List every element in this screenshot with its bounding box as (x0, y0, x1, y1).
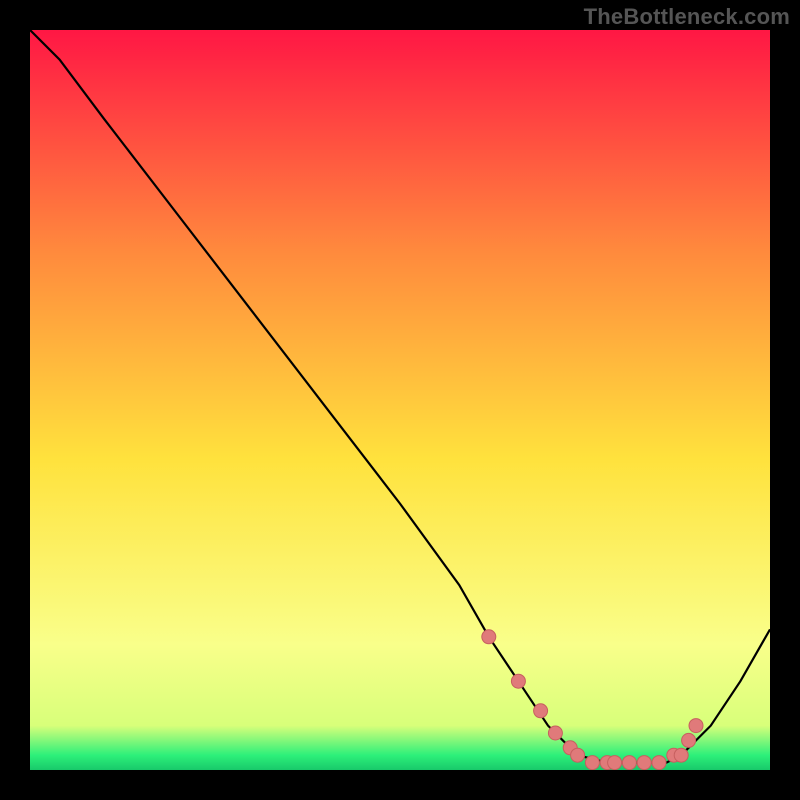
data-point (689, 719, 703, 733)
data-point (511, 674, 525, 688)
data-point (608, 756, 622, 770)
watermark-text: TheBottleneck.com (584, 4, 790, 30)
data-point (548, 726, 562, 740)
data-point (482, 630, 496, 644)
data-point (534, 704, 548, 718)
bottleneck-chart (30, 30, 770, 770)
data-point (571, 748, 585, 762)
data-point (682, 733, 696, 747)
data-point (622, 756, 636, 770)
data-point (652, 756, 666, 770)
chart-frame: TheBottleneck.com (0, 0, 800, 800)
data-point (637, 756, 651, 770)
gradient-background (30, 30, 770, 770)
plot-area (30, 30, 770, 770)
data-point (674, 748, 688, 762)
data-point (585, 756, 599, 770)
